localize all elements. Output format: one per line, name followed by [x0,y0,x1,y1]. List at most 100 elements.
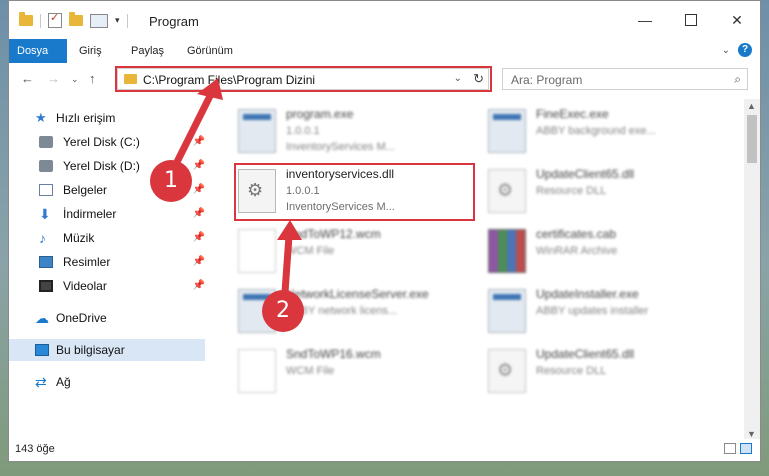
download-arrow-icon: ⬇ [39,206,51,222]
sidebar-item-quick-access[interactable]: ★ Hızlı erişim [9,107,205,129]
file-detail: Resource DLL [536,365,607,377]
pin-icon: 📌 [192,256,205,267]
file-detail: Resource DLL [536,185,607,197]
file-detail: WCM File [286,245,335,257]
file-icon [238,229,276,273]
file-item[interactable]: SndToWP12.wcm WCM File [230,225,470,283]
toolbar-divider [126,13,128,28]
help-icon[interactable]: ? [738,43,752,57]
sidebar-item-label: Yerel Disk (C:) [63,135,140,149]
file-item[interactable]: certificates.cab WinRAR Archive [480,225,720,283]
up-arrow-icon[interactable]: ↑ [89,71,96,86]
quick-access-toolbar: ▾ [19,11,128,28]
sidebar-item-label: Bu bilgisayar [56,343,125,357]
minimize-button[interactable]: — [622,1,668,39]
file-detail: 1.0.0.1 [286,125,320,137]
file-name: certificates.cab [536,227,617,241]
network-icon: ⇄ [35,374,47,390]
sidebar-item-pictures[interactable]: Resimler 📌 [9,251,205,273]
close-button[interactable]: ✕ [714,1,760,39]
file-item[interactable]: UpdateClient65.dll Resource DLL [480,165,720,223]
ribbon-tabs: Dosya Giriş Paylaş Görünüm ⌄ ? [9,39,760,64]
sidebar-item-label: Belgeler [63,183,108,197]
scrollbar-thumb[interactable] [747,115,757,163]
large-icons-view-icon[interactable] [740,443,752,454]
recent-locations-chevron-icon[interactable]: ⌄ [71,74,79,85]
sidebar-item-music[interactable]: ♪ Müzik 📌 [9,227,205,249]
step-2-callout: 2 [262,290,304,332]
pin-icon: 📌 [192,280,205,291]
scroll-up-icon[interactable]: ▲ [747,101,756,111]
sidebar-item-label: Hızlı erişim [56,111,116,125]
address-highlight-box [115,66,492,92]
file-item[interactable]: program.exe 1.0.0.1 InventoryServices M.… [230,105,470,163]
tab-file[interactable]: Dosya [9,39,67,63]
navigation-bar: ← → ⌄ ↑ C:\Program Files\Program Dizini … [9,63,760,97]
dll-gear-icon [488,169,526,213]
file-detail: InventoryServices M... [286,141,395,153]
expand-ribbon-chevron-icon[interactable]: ⌄ [722,45,730,56]
exe-icon [238,109,276,153]
file-name: UpdateClient65.dll [536,347,635,361]
details-view-icon[interactable] [724,443,736,454]
sidebar-item-label: OneDrive [56,311,107,325]
search-box[interactable]: Ara: Program ⌕ [502,68,748,90]
file-name: NetworkLicenseServer.exe [286,287,429,301]
file-name: UpdateInstaller.exe [536,287,639,301]
item-count: 143 öğe [15,443,55,455]
dll-gear-icon [488,349,526,393]
drive-icon [39,160,53,172]
file-detail: ABBY updates installer [536,305,649,317]
vertical-scrollbar[interactable]: ▲ ▼ [744,99,760,441]
file-name: FineExec.exe [536,107,609,121]
file-item[interactable]: UpdateClient65.dll Resource DLL [480,345,720,403]
scroll-down-icon[interactable]: ▼ [747,429,756,439]
sidebar-item-this-pc[interactable]: Bu bilgisayar [9,339,205,361]
forward-arrow-icon[interactable]: → [47,71,60,86]
sidebar-item-downloads[interactable]: ⬇ İndirmeler 📌 [9,203,205,225]
file-detail: WinRAR Archive [536,245,618,257]
file-item[interactable]: FineExec.exe ABBY background exe... [480,105,720,163]
step-1-callout: 1 [150,160,192,202]
view-options-icon[interactable] [90,13,108,28]
sidebar-item-videos[interactable]: Videolar 📌 [9,275,205,297]
sidebar-item-label: Videolar [63,279,107,293]
sidebar-item-label: Yerel Disk (D:) [63,159,140,173]
status-bar: 143 öğe [9,439,760,461]
drive-icon [39,136,53,148]
search-placeholder: Ara: Program [511,73,583,87]
sidebar-item-network[interactable]: ⇄ Ağ [9,371,205,393]
file-highlight-box [234,163,475,221]
pin-icon: 📌 [192,184,205,195]
sidebar-item-onedrive[interactable]: ☁ OneDrive [9,307,205,329]
cloud-icon: ☁ [35,310,49,326]
file-icon [238,349,276,393]
maximize-button[interactable] [668,1,714,39]
exe-icon [488,109,526,153]
tab-home[interactable]: Giriş [69,39,112,63]
file-name: SndToWP16.wcm [286,347,381,361]
pin-icon: 📌 [192,208,205,219]
back-arrow-icon[interactable]: ← [21,71,34,86]
file-item[interactable]: SndToWP16.wcm WCM File [230,345,470,403]
title-bar: ▾ Program — ✕ [9,1,760,39]
file-item[interactable]: UpdateInstaller.exe ABBY updates install… [480,285,720,343]
search-icon[interactable]: ⌕ [734,72,741,87]
sidebar-item-label: İndirmeler [63,207,117,221]
new-folder-icon[interactable] [69,12,83,26]
properties-check-icon[interactable] [48,11,62,28]
file-name: SndToWP12.wcm [286,227,381,241]
pin-icon: 📌 [192,160,205,171]
tab-view[interactable]: Görünüm [177,39,243,63]
folder-icon [19,12,33,26]
music-note-icon: ♪ [39,230,46,246]
sidebar-item-label: Müzik [63,231,95,245]
document-icon [39,184,53,196]
pin-icon: 📌 [192,232,205,243]
file-detail: ABBY background exe... [536,125,656,137]
customize-toolbar-chevron-icon[interactable]: ▾ [115,15,120,26]
tab-share[interactable]: Paylaş [121,39,174,63]
computer-icon [35,344,49,356]
navigation-pane: ★ Hızlı erişim Yerel Disk (C:) 📌 Yerel D… [9,101,207,441]
sidebar-item-local-disk-c[interactable]: Yerel Disk (C:) 📌 [9,131,205,153]
